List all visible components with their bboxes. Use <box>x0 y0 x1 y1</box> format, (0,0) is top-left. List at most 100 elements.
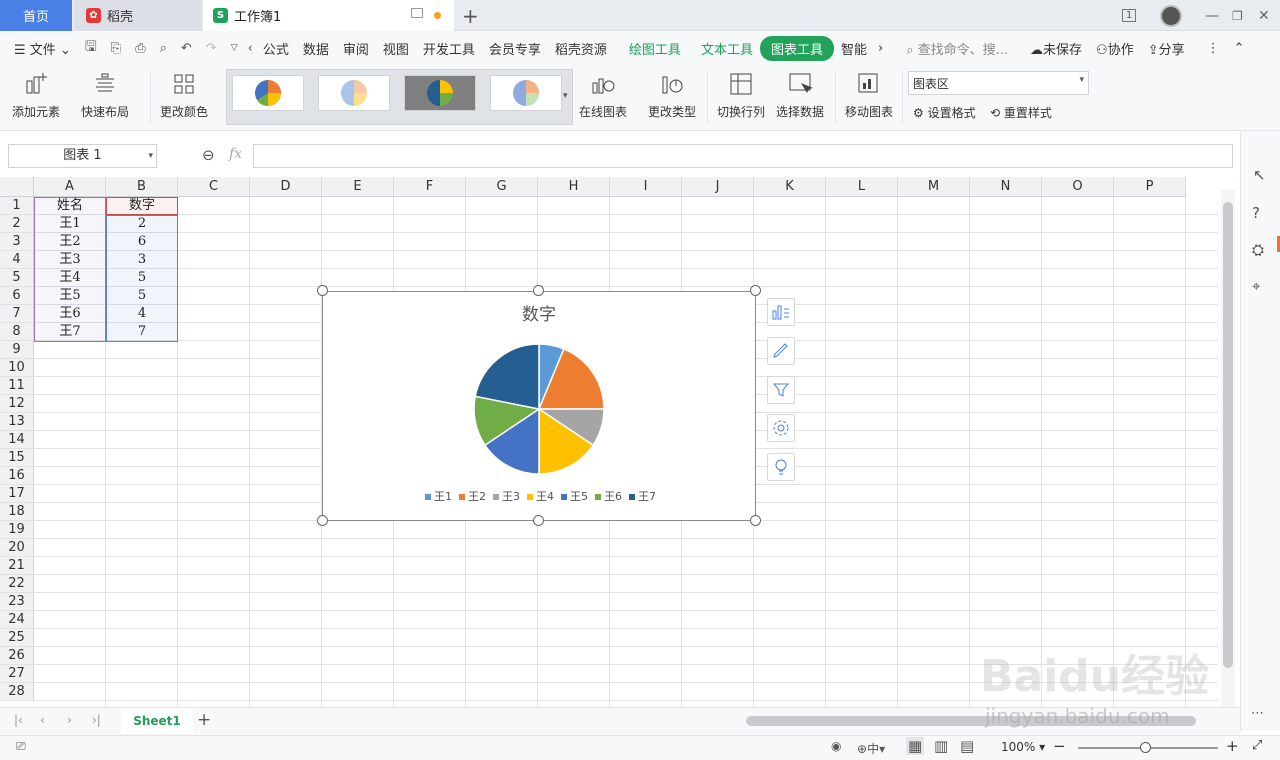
collab-button[interactable]: ⚇协作 <box>1089 39 1141 58</box>
collapse-ribbon-icon[interactable]: ⌃ <box>1227 41 1252 56</box>
row-header-28[interactable]: 28 <box>0 683 34 701</box>
more-icon[interactable]: ▽ <box>224 43 245 53</box>
zoom-formula-icon[interactable]: ⊖ <box>202 146 215 164</box>
menu-data[interactable]: 数据 <box>296 39 336 58</box>
cell-a1[interactable]: 姓名 <box>34 197 106 215</box>
add-sheet-button[interactable]: + <box>197 710 211 730</box>
chart-style-4[interactable] <box>490 75 562 111</box>
chart-style-1[interactable] <box>232 75 304 111</box>
name-box[interactable]: 图表 1 ▾ <box>8 144 157 168</box>
window-count-icon[interactable]: 1 <box>1122 0 1137 31</box>
cell-a4[interactable]: 王3 <box>34 251 106 269</box>
online-chart-button[interactable]: 在线图表 <box>579 71 627 120</box>
fx-icon[interactable]: fx <box>229 146 242 162</box>
column-header-i[interactable]: I <box>610 177 682 197</box>
chart-settings-button[interactable] <box>767 414 795 442</box>
cell-a5[interactable]: 王4 <box>34 269 106 287</box>
cell-a3[interactable]: 王2 <box>34 233 106 251</box>
column-header-k[interactable]: K <box>754 177 826 197</box>
quick-layout-button[interactable]: 快速布局 <box>81 71 129 120</box>
vertical-scrollbar[interactable] <box>1221 190 1235 710</box>
minimize-icon[interactable]: — <box>1205 0 1219 31</box>
column-header-e[interactable]: E <box>322 177 394 197</box>
chart-style-3[interactable] <box>404 75 476 111</box>
tab-chart-tools[interactable]: 图表工具 <box>759 35 834 61</box>
close-icon[interactable]: ✕ <box>1258 0 1270 31</box>
resize-handle[interactable] <box>317 285 328 296</box>
row-header-9[interactable]: 9 <box>0 341 34 359</box>
help-icon[interactable]: ? <box>1252 204 1260 222</box>
column-header-h[interactable]: H <box>538 177 610 197</box>
row-header-27[interactable]: 27 <box>0 665 34 683</box>
row-header-20[interactable]: 20 <box>0 539 34 557</box>
menu-member[interactable]: 会员专享 <box>482 39 548 58</box>
reset-style-button[interactable]: ⟲ 重置样式 <box>990 104 1052 121</box>
menu-daoke-resources[interactable]: 稻壳资源 <box>548 39 614 58</box>
row-header-16[interactable]: 16 <box>0 467 34 485</box>
cell-b5[interactable]: 5 <box>106 269 178 287</box>
column-header-a[interactable]: A <box>34 177 106 197</box>
row-header-11[interactable]: 11 <box>0 377 34 395</box>
row-header-19[interactable]: 19 <box>0 521 34 539</box>
vertical-scroll-thumb[interactable] <box>1223 202 1233 668</box>
row-header-2[interactable]: 2 <box>0 215 34 233</box>
column-header-j[interactable]: J <box>682 177 754 197</box>
scroll-left-icon[interactable]: ‹ <box>245 41 256 56</box>
cell-a7[interactable]: 王6 <box>34 305 106 323</box>
cell-b2[interactable]: 2 <box>106 215 178 233</box>
row-header-12[interactable]: 12 <box>0 395 34 413</box>
redo-icon[interactable]: ↷ <box>199 41 224 56</box>
cell-b6[interactable]: 5 <box>106 287 178 305</box>
eye-protect-icon[interactable]: ◉ <box>831 739 841 753</box>
last-sheet-icon[interactable]: ›| <box>92 713 101 727</box>
zoom-slider-thumb[interactable] <box>1140 742 1151 753</box>
row-header-3[interactable]: 3 <box>0 233 34 251</box>
cell-b4[interactable]: 3 <box>106 251 178 269</box>
row-header-4[interactable]: 4 <box>0 251 34 269</box>
column-header-n[interactable]: N <box>970 177 1042 197</box>
row-header-25[interactable]: 25 <box>0 629 34 647</box>
export-icon[interactable]: ⎘ <box>104 41 128 56</box>
resize-handle[interactable] <box>317 515 328 526</box>
tab-drawing-tools[interactable]: 绘图工具 <box>622 39 688 58</box>
preview-icon[interactable]: ⌕ <box>153 41 174 56</box>
row-header-5[interactable]: 5 <box>0 269 34 287</box>
first-sheet-icon[interactable]: |‹ <box>14 713 23 727</box>
formula-input[interactable] <box>253 144 1233 168</box>
menu-smart[interactable]: 智能 <box>834 39 874 58</box>
add-element-button[interactable]: 添加元素 <box>12 71 60 120</box>
cursor-icon[interactable]: ↖ <box>1253 166 1266 184</box>
cell-b7[interactable]: 4 <box>106 305 178 323</box>
column-header-m[interactable]: M <box>898 177 970 197</box>
scroll-right-icon[interactable]: › <box>874 41 887 56</box>
zoom-out-button[interactable]: − <box>1053 737 1066 755</box>
column-header-c[interactable]: C <box>178 177 250 197</box>
row-header-1[interactable]: 1 <box>0 197 34 215</box>
resize-handle[interactable] <box>533 285 544 296</box>
next-sheet-icon[interactable]: › <box>67 713 72 727</box>
column-header-o[interactable]: O <box>1042 177 1114 197</box>
column-header-l[interactable]: L <box>826 177 898 197</box>
avatar[interactable] <box>1160 0 1182 31</box>
restore-icon[interactable]: ❐ <box>1232 0 1243 31</box>
chart-elements-button[interactable] <box>767 298 795 326</box>
cell-a2[interactable]: 王1 <box>34 215 106 233</box>
row-header-22[interactable]: 22 <box>0 575 34 593</box>
page-break-icon[interactable]: ▤ <box>960 737 974 755</box>
chart-tips-button[interactable] <box>767 453 795 481</box>
undo-icon[interactable]: ↶ <box>174 41 199 56</box>
row-header-26[interactable]: 26 <box>0 647 34 665</box>
resize-handle[interactable] <box>533 515 544 526</box>
zoom-in-button[interactable]: + <box>1226 737 1239 755</box>
new-tab-button[interactable]: + <box>462 0 479 31</box>
macro-icon[interactable]: ⎚ <box>16 739 26 754</box>
row-header-18[interactable]: 18 <box>0 503 34 521</box>
switch-row-col-button[interactable]: 切换行列 <box>717 71 765 120</box>
row-header-14[interactable]: 14 <box>0 431 34 449</box>
share-button[interactable]: ⇪分享 <box>1141 39 1192 58</box>
column-header-d[interactable]: D <box>250 177 322 197</box>
page-layout-icon[interactable]: ▥ <box>934 737 948 755</box>
file-menu[interactable]: ☰ 文件 ⌄ <box>0 39 78 58</box>
select-data-button[interactable]: 选择数据 <box>776 71 824 120</box>
row-header-21[interactable]: 21 <box>0 557 34 575</box>
